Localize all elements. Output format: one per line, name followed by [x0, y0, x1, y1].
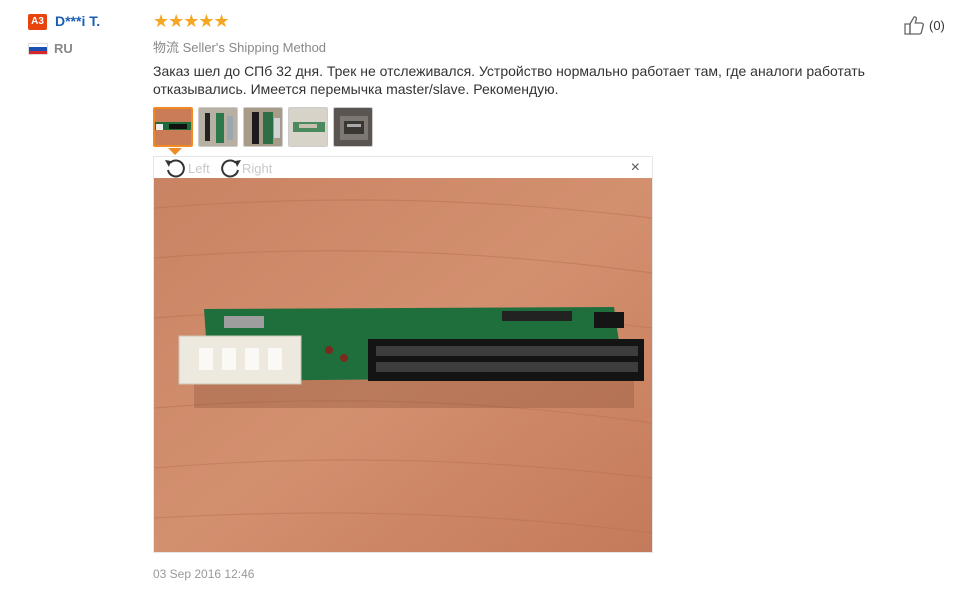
buyer-name: D***i T. — [55, 13, 101, 29]
rotate-left-button[interactable]: Left — [164, 157, 210, 179]
rotate-left-label: Left — [188, 160, 210, 176]
helpful-count: (0) — [929, 17, 945, 33]
shipping-method: 物流 Seller's Shipping Method — [153, 37, 326, 56]
rotate-right-button[interactable]: Right — [218, 157, 272, 179]
image-viewer: Left Right × — [153, 156, 653, 553]
rotate-left-icon — [165, 159, 185, 178]
review-text: Заказ шел до СПб 32 дня. Трек не отслежи… — [153, 63, 865, 97]
review-thumbnail[interactable] — [333, 107, 373, 147]
review-thumbnail[interactable] — [243, 107, 283, 147]
review-thumbnail[interactable] — [288, 107, 328, 147]
close-icon[interactable]: × — [631, 159, 640, 177]
buyer-level-badge: A3 — [28, 14, 47, 30]
buyer-country: RU — [54, 41, 73, 56]
thumbs-up-icon — [904, 16, 924, 35]
review-date: 03 Sep 2016 12:46 — [153, 567, 255, 581]
viewer-toolbar: Left Right × — [154, 157, 652, 178]
shipping-method-label: Seller's Shipping Method — [182, 40, 327, 55]
rotate-right-icon — [221, 159, 241, 178]
country-flag-icon — [28, 43, 48, 55]
review-thumbnail[interactable] — [153, 107, 193, 147]
helpful-button[interactable]: (0) — [904, 15, 945, 35]
shipping-prefix: 物流 — [153, 40, 180, 55]
review-thumbnails — [153, 107, 373, 147]
rotate-right-label: Right — [242, 160, 273, 176]
active-thumbnail-pointer — [168, 148, 182, 155]
review-thumbnail[interactable] — [198, 107, 238, 147]
review-photo — [154, 178, 652, 552]
star-rating: ★★★★★ — [153, 11, 230, 31]
